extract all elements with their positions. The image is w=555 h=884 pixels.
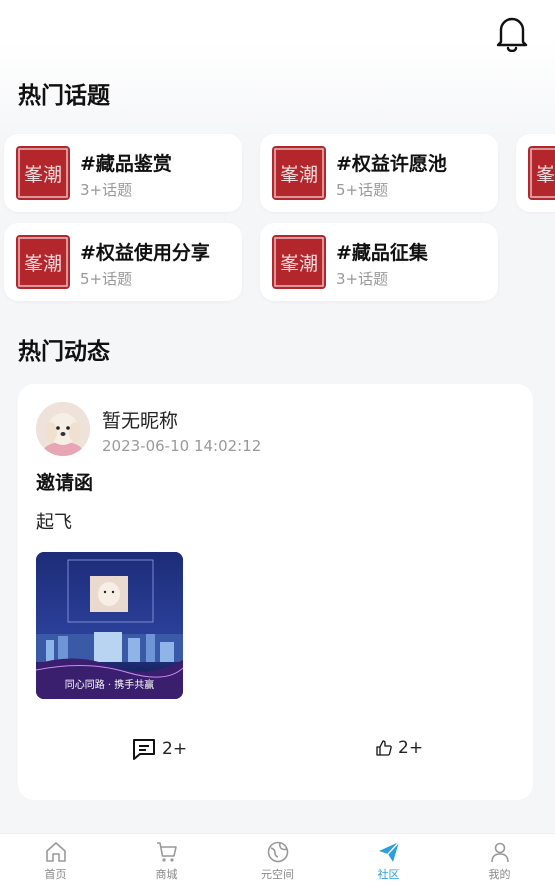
svg-text:峯潮: 峯潮 — [536, 164, 555, 186]
hot-topics-title: 热门话题 — [18, 83, 110, 109]
hot-posts-title: 热门动态 — [18, 339, 110, 365]
paper-plane-icon — [378, 841, 400, 862]
post-author-name[interactable]: 暂无昵称 — [102, 406, 178, 433]
tab-label: 我的 — [488, 868, 511, 881]
topic-card[interactable]: 峯潮 #藏品鉴赏 3+话题 — [4, 134, 242, 212]
topic-seal-image: 峯潮 — [272, 235, 326, 289]
tab-home[interactable]: 首页 — [0, 834, 111, 884]
topic-card[interactable]: 峯潮 #权益使用分享 5+话题 — [4, 223, 242, 301]
post-body: 起飞 — [36, 512, 72, 533]
bottom-tab-bar: 首页 商城 元空间 社区 我的 — [0, 833, 555, 884]
topic-count: 3+话题 — [80, 181, 133, 199]
topic-count: 5+话题 — [80, 270, 133, 288]
topic-card[interactable]: 峯潮 #藏品征集 3+话题 — [260, 223, 498, 301]
topic-seal-image: 峯潮 — [16, 235, 70, 289]
comment-button[interactable]: 2+ — [132, 738, 187, 760]
top-bar — [0, 0, 555, 60]
community-page: 热门话题 峯潮 #藏品鉴赏 3+话题 峯潮 #权益许愿池 5+话题 峯潮 峯潮 … — [0, 0, 555, 884]
tab-label: 社区 — [377, 868, 400, 881]
topic-count: 3+话题 — [336, 270, 389, 288]
thumbs-up-icon — [376, 740, 392, 756]
topic-card-partial[interactable]: 峯潮 — [516, 134, 555, 212]
topic-card[interactable]: 峯潮 #权益许愿池 5+话题 — [260, 134, 498, 212]
comment-icon — [133, 739, 155, 760]
tab-metaspace[interactable]: 元空间 — [222, 834, 333, 884]
like-button[interactable]: 2+ — [376, 738, 423, 758]
svg-text:峯潮: 峯潮 — [280, 164, 318, 186]
topic-count: 5+话题 — [336, 181, 389, 199]
avatar[interactable] — [36, 402, 90, 456]
tab-label: 商城 — [155, 868, 178, 881]
topic-name: #权益许愿池 — [336, 153, 447, 175]
svg-text:峯潮: 峯潮 — [24, 164, 62, 186]
bell-icon[interactable] — [495, 14, 529, 52]
tab-mall[interactable]: 商城 — [111, 834, 222, 884]
topic-name: #藏品征集 — [336, 242, 428, 264]
user-icon — [490, 842, 509, 863]
svg-text:峯潮: 峯潮 — [24, 253, 62, 275]
tab-label: 首页 — [44, 868, 67, 881]
post-image-caption: 同心同路 · 携手共赢 — [65, 678, 155, 691]
post-title: 邀请函 — [36, 472, 94, 494]
home-icon — [45, 842, 66, 862]
topic-name: #权益使用分享 — [80, 242, 210, 264]
tab-label: 元空间 — [261, 868, 294, 881]
cart-icon — [156, 842, 177, 862]
comment-count: 2+ — [162, 739, 188, 759]
globe-icon — [267, 841, 288, 863]
topic-seal-image: 峯潮 — [272, 146, 326, 200]
post-timestamp: 2023-06-10 14:02:12 — [102, 437, 262, 455]
topic-seal-image: 峯潮 — [528, 146, 555, 200]
tab-community[interactable]: 社区 — [333, 834, 444, 884]
post-card[interactable]: 暂无昵称 2023-06-10 14:02:12 邀请函 起飞 同心同路 · 携… — [18, 384, 533, 800]
svg-text:峯潮: 峯潮 — [280, 253, 318, 275]
like-count: 2+ — [398, 738, 424, 758]
topic-name: #藏品鉴赏 — [80, 153, 172, 175]
tab-mine[interactable]: 我的 — [444, 834, 555, 884]
topic-seal-image: 峯潮 — [16, 146, 70, 200]
post-image[interactable]: 同心同路 · 携手共赢 — [36, 552, 183, 699]
